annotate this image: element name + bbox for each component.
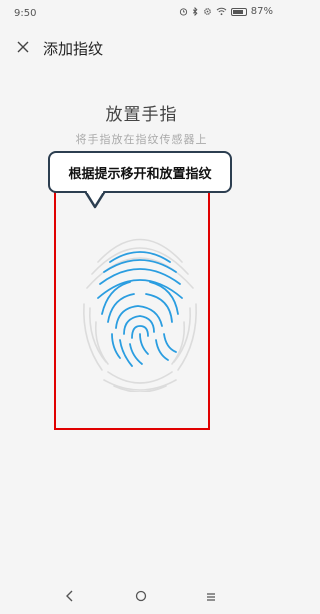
bluetooth-icon	[192, 7, 199, 16]
home-icon	[135, 587, 147, 606]
menu-icon	[206, 587, 216, 606]
gear-icon	[203, 7, 212, 16]
hint-callout-text: 根据提示移开和放置指纹	[68, 166, 212, 182]
navigation-bar	[0, 574, 283, 614]
battery-level-fill	[232, 9, 244, 14]
battery-percent: 87%	[250, 6, 273, 17]
top-bar: 添加指纹	[0, 28, 283, 68]
battery-icon	[230, 7, 247, 16]
instruction-heading: 放置手指	[105, 105, 178, 125]
menu-button[interactable]	[201, 586, 221, 606]
instruction-subheading: 将手指放在指纹传感器上	[75, 133, 208, 146]
status-icons: 87%	[179, 6, 273, 17]
callout-tail	[84, 191, 106, 209]
hint-callout: 根据提示移开和放置指纹	[48, 151, 232, 193]
back-icon	[66, 587, 74, 606]
close-icon	[17, 38, 29, 57]
home-button[interactable]	[131, 586, 151, 606]
highlight-box	[54, 182, 210, 430]
close-button[interactable]	[10, 34, 36, 60]
status-bar: 9:50 87%	[0, 0, 283, 28]
alarm-icon	[179, 7, 188, 16]
back-button[interactable]	[60, 586, 80, 606]
status-time: 9:50	[14, 8, 37, 19]
page-title: 添加指纹	[43, 40, 104, 58]
wifi-icon	[216, 7, 227, 16]
